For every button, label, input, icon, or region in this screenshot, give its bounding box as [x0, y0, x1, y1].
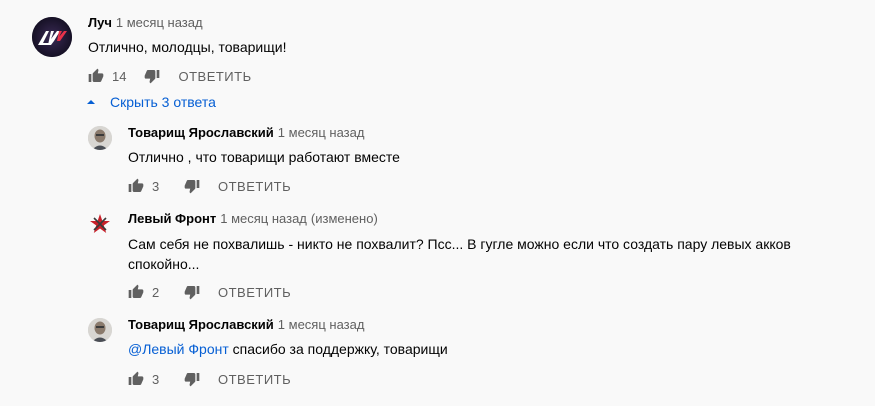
reply-time[interactable]: 1 месяц назад	[220, 211, 307, 226]
channel-logo-icon	[32, 17, 72, 57]
reply-author[interactable]: Товарищ Ярославский	[128, 125, 274, 140]
comment-actions: 14 ОТВЕТИТЬ	[88, 66, 252, 86]
comment-thread: Луч 1 месяц назад Отлично, молодцы, товар…	[0, 0, 875, 406]
mention-link[interactable]: @Левый Фронт	[128, 341, 229, 357]
comment-time[interactable]: 1 месяц назад	[116, 15, 203, 30]
dislike-icon[interactable]	[184, 284, 200, 300]
like-icon[interactable]	[128, 371, 144, 387]
red-star-icon	[90, 214, 110, 233]
like-icon[interactable]	[128, 178, 144, 194]
reply-actions: 3 ОТВЕТИТЬ	[128, 369, 291, 389]
like-count: 2	[152, 284, 160, 300]
reply-button[interactable]: ОТВЕТИТЬ	[218, 285, 291, 300]
like-count: 14	[112, 68, 127, 84]
reply-author[interactable]: Левый Фронт	[128, 211, 216, 226]
reply-text-line: Сам себя не похвалишь - никто не похвали…	[128, 236, 791, 252]
avatar[interactable]	[88, 126, 112, 150]
reply-button[interactable]: ОТВЕТИТЬ	[218, 372, 291, 387]
user-photo-icon	[88, 126, 112, 150]
comment-text: Отлично, молодцы, товарищи!	[88, 39, 287, 55]
edited-label: (изменено)	[310, 211, 378, 226]
reply-button[interactable]: ОТВЕТИТЬ	[218, 179, 291, 194]
like-count: 3	[152, 178, 160, 194]
reply-text: Отлично , что товарищи работают вместе	[128, 149, 400, 165]
reply-actions: 3 ОТВЕТИТЬ	[128, 176, 291, 196]
avatar[interactable]	[88, 318, 112, 342]
reply-comment: Товарищ Ярославский 1 месяц назад Отлично…	[0, 118, 875, 206]
dislike-icon[interactable]	[144, 68, 160, 84]
reply-comment: Левый Фронт 1 месяц назад (изменено) Сам с…	[0, 204, 875, 312]
reply-time[interactable]: 1 месяц назад	[278, 317, 365, 332]
reply-text-line: спокойно...	[128, 256, 200, 272]
like-icon[interactable]	[88, 68, 104, 84]
like-icon[interactable]	[128, 284, 144, 300]
dislike-icon[interactable]	[184, 178, 200, 194]
user-photo-icon	[88, 318, 112, 342]
reply-text-body: спасибо за поддержку, товарищи	[228, 341, 448, 357]
dislike-icon[interactable]	[184, 371, 200, 387]
hide-replies-label: Скрыть 3 ответа	[110, 94, 216, 110]
avatar[interactable]	[88, 212, 112, 236]
reply-author[interactable]: Товарищ Ярославский	[128, 317, 274, 332]
reply-actions: 2 ОТВЕТИТЬ	[128, 282, 291, 302]
hide-replies-button[interactable]: Скрыть 3 ответа	[86, 94, 216, 110]
avatar[interactable]	[32, 17, 72, 57]
comment-author[interactable]: Луч	[88, 15, 112, 30]
reply-button[interactable]: ОТВЕТИТЬ	[178, 69, 251, 84]
reply-text: @Левый Фронт спасибо за поддержку, товар…	[128, 339, 448, 359]
reply-time[interactable]: 1 месяц назад	[278, 125, 365, 140]
comment: Луч 1 месяц назад Отлично, молодцы, товар…	[0, 0, 875, 90]
caret-up-icon	[87, 100, 95, 104]
reply-text: Сам себя не похвалишь - никто не похвали…	[128, 234, 848, 274]
like-count: 3	[152, 371, 160, 387]
reply-comment: Товарищ Ярославский 1 месяц назад @Левый …	[0, 310, 875, 400]
